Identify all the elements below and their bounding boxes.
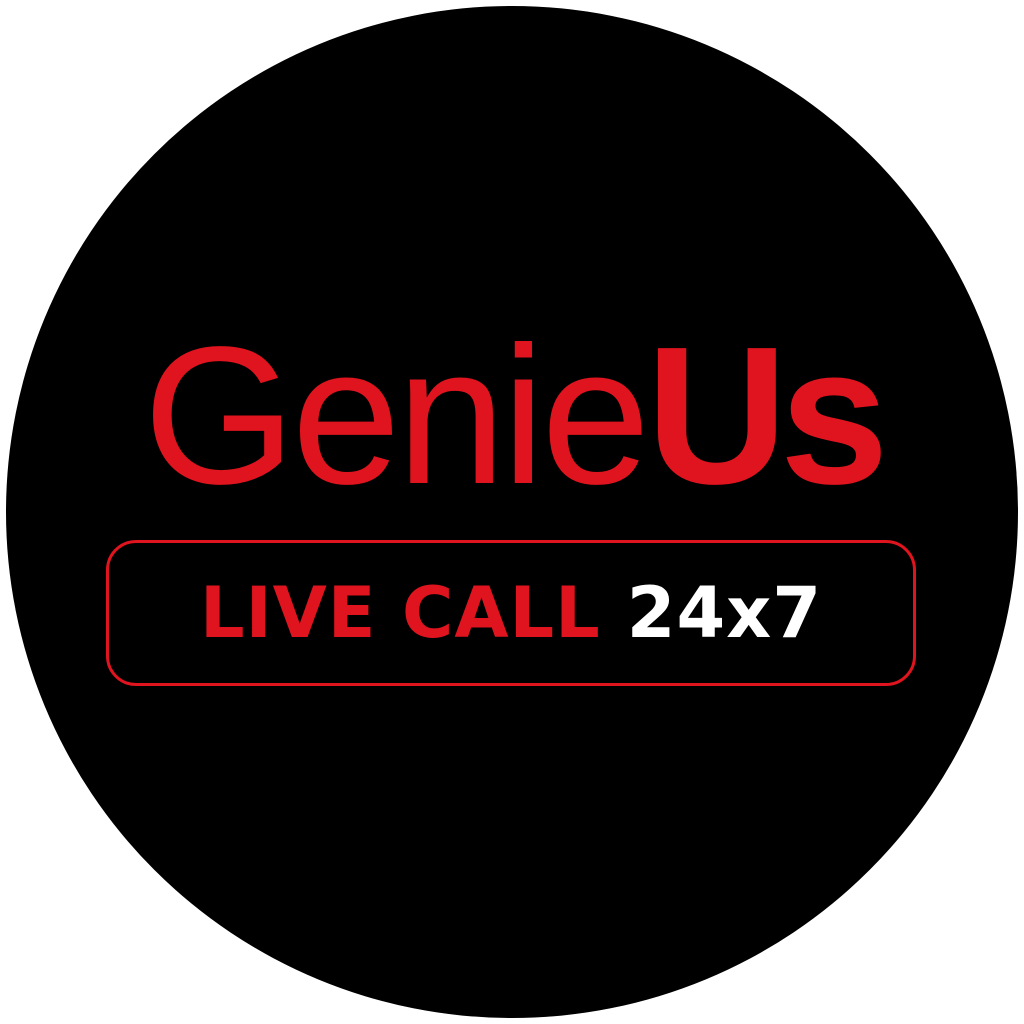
tagline-text: LIVE CALL 24x7 (200, 578, 822, 648)
tagline-24x7: 24x7 (626, 572, 823, 654)
logo-word-genie: Genie (143, 306, 650, 525)
logo-word-us: Us (646, 306, 889, 525)
tagline-live-call: LIVE CALL (199, 572, 601, 654)
badge-canvas: GenieUs LIVE CALL 24x7 (0, 0, 1024, 1024)
tagline-box: LIVE CALL 24x7 (106, 540, 916, 686)
logo-wordmark: GenieUs (0, 318, 1024, 514)
